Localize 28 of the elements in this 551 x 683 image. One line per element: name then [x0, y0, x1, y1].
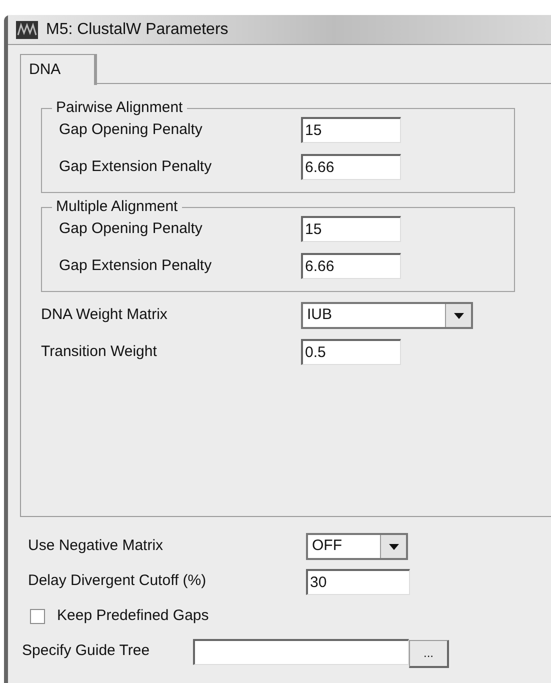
field-label: Use Negative Matrix — [28, 536, 164, 556]
field-label: Delay Divergent Cutoff (%) — [28, 571, 208, 592]
dropdown[interactable]: OFF — [306, 533, 408, 560]
caret-icon — [388, 544, 398, 550]
group-title: Multiple Alignment — [52, 197, 182, 217]
dropdown[interactable]: IUB — [301, 302, 473, 329]
input-field[interactable]: 6.66 — [301, 253, 401, 279]
caret-icon — [454, 312, 464, 318]
tab[interactable]: DNA — [20, 54, 97, 85]
input-field[interactable]: 0.5 — [301, 339, 401, 365]
field-label: Gap Opening Penalty — [59, 218, 204, 239]
input-field[interactable] — [193, 638, 409, 664]
input-field[interactable]: 30 — [306, 568, 410, 594]
window-title: M5: ClustalW Parameters — [46, 20, 228, 40]
app-icon — [16, 20, 38, 38]
browse-button[interactable]: ... — [409, 640, 449, 668]
input-field[interactable]: 15 — [301, 216, 401, 242]
checkbox[interactable] — [30, 609, 45, 624]
input-field[interactable]: 6.66 — [301, 154, 401, 180]
input-field[interactable]: 15 — [301, 117, 401, 143]
field-label: Transition Weight — [41, 342, 158, 362]
field-label: DNA Weight Matrix — [41, 305, 168, 326]
group-title: Pairwise Alignment — [52, 98, 187, 118]
field-label: Gap Extension Penalty — [59, 156, 213, 177]
field-label: Specify Guide Tree — [22, 641, 151, 662]
field-label: Keep Predefined Gaps — [57, 606, 209, 626]
field-label: Gap Extension Penalty — [59, 256, 213, 276]
field-label: Gap Opening Penalty — [59, 120, 204, 140]
